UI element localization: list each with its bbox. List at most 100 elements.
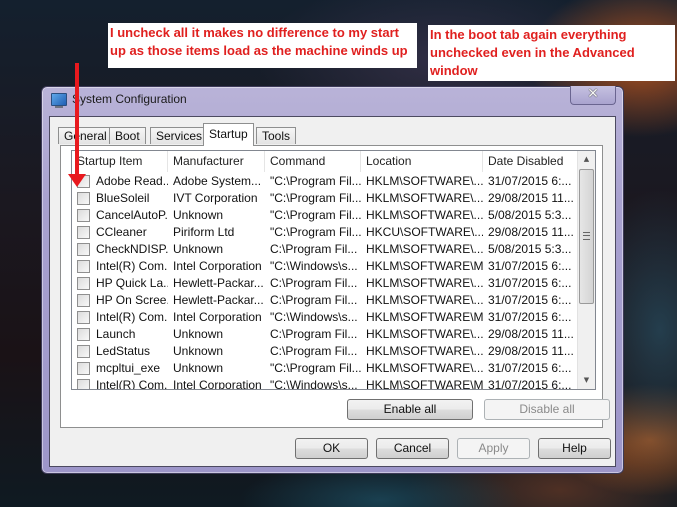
table-row[interactable]: HP On Scree... Hewlett-Packar... C:\Progra… — [72, 292, 580, 309]
cell-manufacturer: Unknown — [173, 242, 224, 256]
startup-item-checkbox[interactable] — [77, 362, 90, 375]
table-row[interactable]: Intel(R) Com... Intel Corporation "C:\Wind… — [72, 258, 580, 275]
cell-location: HKLM\SOFTWARE\... — [366, 208, 483, 222]
cell-startup-item-name: CCleaner — [72, 224, 168, 241]
ok-button[interactable]: OK — [295, 438, 368, 459]
cell-startup-item-name: mcpltui_exe — [72, 360, 168, 377]
cell-startup-item-name: CheckNDISP... — [72, 241, 168, 258]
cell-manufacturer: Intel Corporation — [173, 259, 262, 273]
cell-date-disabled: 29/08/2015 11... — [488, 344, 574, 358]
startup-item-label: Adobe Read... — [96, 174, 168, 188]
cell-date-disabled: 29/08/2015 11... — [488, 191, 574, 205]
tab-tools[interactable]: Tools — [256, 127, 297, 144]
apply-button[interactable]: Apply — [457, 438, 530, 459]
cell-startup-item-name: Adobe Read... — [72, 173, 168, 190]
column-header-date-disabled[interactable]: Date Disabled — [483, 151, 580, 172]
startup-item-label: CheckNDISP... — [96, 242, 168, 256]
cell-startup-item-name: Intel(R) Com... — [72, 309, 168, 326]
cell-date-disabled: 31/07/2015 6:... — [488, 259, 572, 273]
cell-date-disabled: 31/07/2015 6:... — [488, 378, 572, 390]
cell-manufacturer: Adobe System... — [173, 174, 262, 188]
cell-command: C:\Program Fil... — [270, 293, 358, 307]
title-bar[interactable]: System Configuration ✕ — [42, 86, 623, 113]
tab-boot[interactable]: Boot — [109, 127, 146, 144]
startup-item-label: Intel(R) Com... — [96, 378, 168, 390]
cell-location: HKLM\SOFTWARE\... — [366, 276, 483, 290]
cell-command: "C:\Windows\s... — [270, 378, 358, 390]
cell-manufacturer: Intel Corporation — [173, 378, 262, 390]
table-row[interactable]: CCleaner Piriform Ltd "C:\Program Fil... HK… — [72, 224, 580, 241]
cell-location: HKLM\SOFTWARE\M... — [366, 310, 483, 324]
list-rows: Adobe Read... Adobe System... "C:\Program … — [72, 173, 580, 390]
list-header: Startup Item Manufacturer Command Locati… — [72, 151, 580, 172]
column-header-startup-item[interactable]: Startup Item — [72, 151, 168, 172]
cell-location: HKLM\SOFTWARE\... — [366, 293, 483, 307]
window-title: System Configuration — [72, 92, 187, 106]
startup-item-label: CancelAutoP... — [96, 208, 168, 222]
startup-item-checkbox[interactable] — [77, 379, 90, 389]
table-row[interactable]: CheckNDISP... Unknown C:\Program Fil... HKL… — [72, 241, 580, 258]
cell-location: HKLM\SOFTWARE\M... — [366, 378, 483, 390]
startup-items-list: Startup Item Manufacturer Command Locati… — [71, 150, 596, 390]
tab-general[interactable]: General — [58, 127, 113, 144]
startup-item-checkbox[interactable] — [77, 345, 90, 358]
disable-all-button[interactable]: Disable all — [484, 399, 610, 420]
table-row[interactable]: BlueSoleil IVT Corporation "C:\Program Fil… — [72, 190, 580, 207]
table-row[interactable]: Launch Unknown C:\Program Fil... HKLM\SOFTW… — [72, 326, 580, 343]
startup-item-checkbox[interactable] — [77, 209, 90, 222]
startup-item-checkbox[interactable] — [77, 294, 90, 307]
table-row[interactable]: CancelAutoP... Unknown "C:\Program Fil... H… — [72, 207, 580, 224]
scroll-down-arrow-icon[interactable]: ▼ — [578, 372, 595, 389]
startup-item-label: HP Quick La... — [96, 276, 168, 290]
cell-startup-item-name: HP Quick La... — [72, 275, 168, 292]
startup-item-checkbox[interactable] — [77, 311, 90, 324]
cell-manufacturer: Intel Corporation — [173, 310, 262, 324]
cell-location: HKLM\SOFTWARE\... — [366, 242, 483, 256]
column-header-command[interactable]: Command — [265, 151, 361, 172]
column-header-location[interactable]: Location — [361, 151, 483, 172]
startup-item-checkbox[interactable] — [77, 226, 90, 239]
table-row[interactable]: HP Quick La... Hewlett-Packar... C:\Progra… — [72, 275, 580, 292]
startup-item-checkbox[interactable] — [77, 277, 90, 290]
help-button[interactable]: Help — [538, 438, 611, 459]
enable-all-button[interactable]: Enable all — [347, 399, 473, 420]
startup-item-checkbox[interactable] — [77, 260, 90, 273]
table-row[interactable]: Intel(R) Com... Intel Corporation "C:\Wind… — [72, 309, 580, 326]
tab-services[interactable]: Services — [150, 127, 209, 144]
cell-date-disabled: 31/07/2015 6:... — [488, 276, 572, 290]
cell-location: HKLM\SOFTWARE\... — [366, 327, 483, 341]
startup-item-label: HP On Scree... — [96, 293, 168, 307]
table-row[interactable]: LedStatus Unknown C:\Program Fil... HKLM\SO… — [72, 343, 580, 360]
startup-item-label: LedStatus — [96, 344, 151, 358]
cell-command: "C:\Program Fil... — [270, 225, 361, 239]
cell-location: HKLM\SOFTWARE\... — [366, 174, 483, 188]
cell-manufacturer: Unknown — [173, 208, 224, 222]
startup-item-checkbox[interactable] — [77, 192, 90, 205]
startup-item-label: Intel(R) Com... — [96, 310, 168, 324]
startup-item-label: Launch — [96, 327, 136, 341]
tab-startup[interactable]: Startup — [203, 123, 254, 146]
close-button[interactable]: ✕ — [570, 86, 616, 105]
startup-item-checkbox[interactable] — [77, 243, 90, 256]
table-row[interactable]: mcpltui_exe Unknown "C:\Program Fil... HKLM… — [72, 360, 580, 377]
table-row[interactable]: Intel(R) Com... Intel Corporation "C:\Wind… — [72, 377, 580, 390]
cell-command: C:\Program Fil... — [270, 242, 358, 256]
column-header-manufacturer[interactable]: Manufacturer — [168, 151, 265, 172]
table-row[interactable]: Adobe Read... Adobe System... "C:\Program … — [72, 173, 580, 190]
annotation-note-boot: In the boot tab again everything uncheck… — [428, 25, 675, 81]
startup-item-checkbox[interactable] — [77, 328, 90, 341]
vertical-scrollbar[interactable]: ▲ ▼ — [577, 151, 595, 389]
scroll-up-arrow-icon[interactable]: ▲ — [578, 151, 595, 168]
cell-startup-item-name: LedStatus — [72, 343, 168, 360]
cell-location: HKLM\SOFTWARE\... — [366, 344, 483, 358]
cell-date-disabled: 5/08/2015 5:3... — [488, 242, 572, 256]
msconfig-monitor-icon — [51, 93, 67, 108]
scrollbar-thumb[interactable] — [579, 169, 594, 304]
cell-date-disabled: 29/08/2015 11... — [488, 327, 574, 341]
annotation-note-startup: I uncheck all it makes no difference to … — [108, 23, 417, 68]
cancel-button[interactable]: Cancel — [376, 438, 449, 459]
cell-command: "C:\Windows\s... — [270, 310, 358, 324]
cell-date-disabled: 5/08/2015 5:3... — [488, 208, 572, 222]
system-configuration-window: System Configuration ✕ General Boot Serv… — [41, 86, 624, 474]
close-icon: ✕ — [587, 86, 599, 102]
